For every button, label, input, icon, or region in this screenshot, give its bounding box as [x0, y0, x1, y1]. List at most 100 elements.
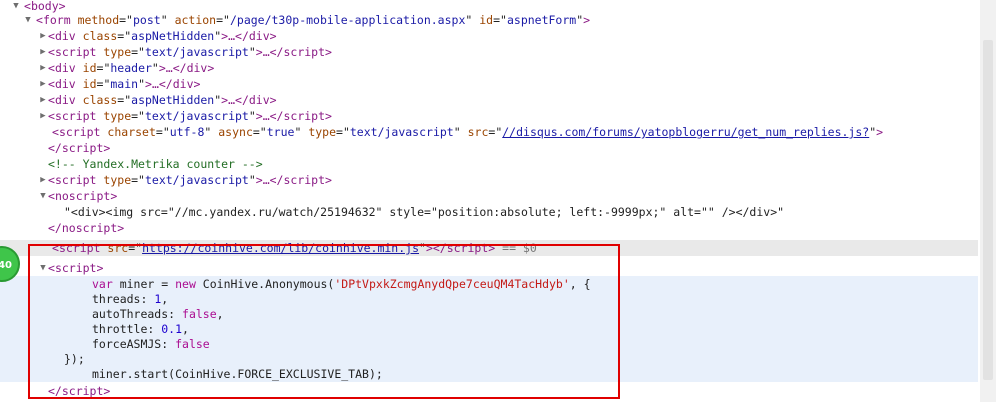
tag-bracket: < [52, 125, 59, 139]
tag-name: div [248, 29, 270, 43]
attr-value: text/javascript [144, 109, 249, 123]
tag-bracket: > [325, 109, 332, 123]
node-content: <div id="main">…</div> [48, 76, 200, 92]
attr-eq: =" [252, 125, 267, 139]
attr-eq: =" [155, 125, 170, 139]
dom-node-row[interactable]: ▶ <div id="main">…</div> [0, 76, 978, 92]
attr-eq: =" [117, 93, 132, 107]
tag-bracket: </ [48, 221, 62, 235]
tag-name: script [283, 45, 326, 59]
dom-node-row[interactable]: ▼ <noscript> [0, 188, 978, 204]
node-content: <script charset="utf-8" async="true" typ… [52, 124, 883, 140]
attr-name: type [103, 45, 132, 59]
tag-name: div [172, 77, 194, 91]
attr-value: true [266, 125, 295, 139]
tag-bracket: < [48, 77, 55, 91]
tag-name: div [54, 61, 76, 75]
highlight-box [28, 244, 620, 399]
dom-node-row[interactable]: ▶ <script type="text/javascript">…</scrip… [0, 172, 978, 188]
tag-name: div [54, 77, 76, 91]
attr-quote: " [248, 109, 256, 123]
node-content: </noscript> [48, 220, 124, 236]
node-content: <noscript> [48, 188, 117, 204]
node-content: <!-- Yandex.Metrika counter --> [48, 156, 263, 172]
attr-name: type [103, 173, 132, 187]
dom-node-row[interactable]: <!-- Yandex.Metrika counter --> [0, 156, 978, 172]
dom-node-row[interactable]: ▼ <form method="post" action="/page/t30p-… [0, 12, 978, 28]
node-content: <div id="header">…</div> [48, 60, 214, 76]
attr-link[interactable]: //disqus.com/forums/yatopblogerru/get_nu… [502, 125, 869, 139]
node-content: </script> [48, 140, 110, 156]
attr-name: action [174, 13, 217, 27]
dom-node-row[interactable]: "<div><img src="//mc.yandex.ru/watch/251… [0, 204, 978, 220]
tag-bracket: > [207, 61, 215, 75]
tag-name: form [42, 13, 71, 27]
tag-bracket: > [110, 189, 118, 203]
attr-name: class [82, 93, 118, 107]
attr-value: text/javascript [144, 45, 249, 59]
attr-quote: " [453, 125, 461, 139]
tag-bracket: < [48, 61, 55, 75]
attr-eq: =" [131, 45, 145, 59]
attr-name: method [77, 13, 120, 27]
tag-name: script [54, 109, 97, 123]
dom-node-row[interactable]: ▶ <script type="text/javascript">…</scrip… [0, 108, 978, 124]
tag-name: div [54, 93, 76, 107]
dom-node-row[interactable]: ▶ <script type="text/javascript">…</scrip… [0, 44, 978, 60]
attr-name: id [82, 77, 97, 91]
tag-name: noscript [61, 221, 118, 235]
attr-eq: =" [96, 61, 111, 75]
attr-name: charset [107, 125, 156, 139]
tag-bracket: < [48, 29, 55, 43]
scrollbar[interactable] [980, 0, 996, 402]
scrollbar-thumb[interactable] [983, 40, 993, 380]
tag-name: script [54, 173, 97, 187]
dom-node-row[interactable]: <script charset="utf-8" async="true" typ… [0, 124, 978, 140]
tag-bracket: > [269, 93, 277, 107]
node-content: <script type="text/javascript">…</script… [48, 172, 332, 188]
dom-node-row[interactable]: </script> [0, 140, 978, 156]
attr-value: post [132, 13, 161, 27]
tag-name: script [54, 45, 97, 59]
node-content: <form method="post" action="/page/t30p-m… [36, 12, 590, 28]
tag-bracket: >…</ [255, 109, 284, 123]
attr-eq: =" [336, 125, 350, 139]
tag-bracket: < [48, 109, 55, 123]
tag-bracket: > [269, 29, 277, 43]
tag-bracket: </ [48, 141, 62, 155]
attr-quote: " [151, 61, 159, 75]
tag-bracket: >…</ [255, 173, 284, 187]
attr-name: class [82, 29, 118, 43]
tag-bracket: < [48, 93, 55, 107]
node-content: <div class="aspNetHidden">…</div> [48, 28, 277, 44]
tag-bracket: < [48, 173, 55, 187]
tag-name: script [283, 173, 326, 187]
tag-name: div [248, 93, 270, 107]
tag-bracket: > [876, 125, 884, 139]
collapse-triangle-icon[interactable]: ▼ [22, 12, 34, 28]
attr-name: id [479, 13, 494, 27]
attr-eq: =" [119, 13, 133, 27]
html-comment: <!-- Yandex.Metrika counter --> [48, 157, 263, 171]
attr-eq: =" [216, 13, 230, 27]
text-node: "<div><img src="//mc.yandex.ru/watch/251… [64, 205, 785, 219]
tag-bracket: > [325, 45, 332, 59]
attr-eq: =" [131, 109, 145, 123]
dom-node-row[interactable]: ▶ <div class="aspNetHidden">…</div> [0, 28, 978, 44]
tag-bracket: >…</ [221, 93, 249, 107]
attr-value: /page/t30p-mobile-application.aspx [229, 13, 466, 27]
attr-value: utf-8 [169, 125, 205, 139]
dom-node-row[interactable]: ▶ <div id="header">…</div> [0, 60, 978, 76]
dom-node-row[interactable]: ▶ <div class="aspNetHidden">…</div> [0, 92, 978, 108]
dom-node-row[interactable]: </noscript> [0, 220, 978, 236]
attr-eq: =" [96, 77, 111, 91]
node-content: <script type="text/javascript">…</script… [48, 108, 332, 124]
tag-bracket: >…</ [255, 45, 284, 59]
node-content: <script type="text/javascript">…</script… [48, 44, 332, 60]
